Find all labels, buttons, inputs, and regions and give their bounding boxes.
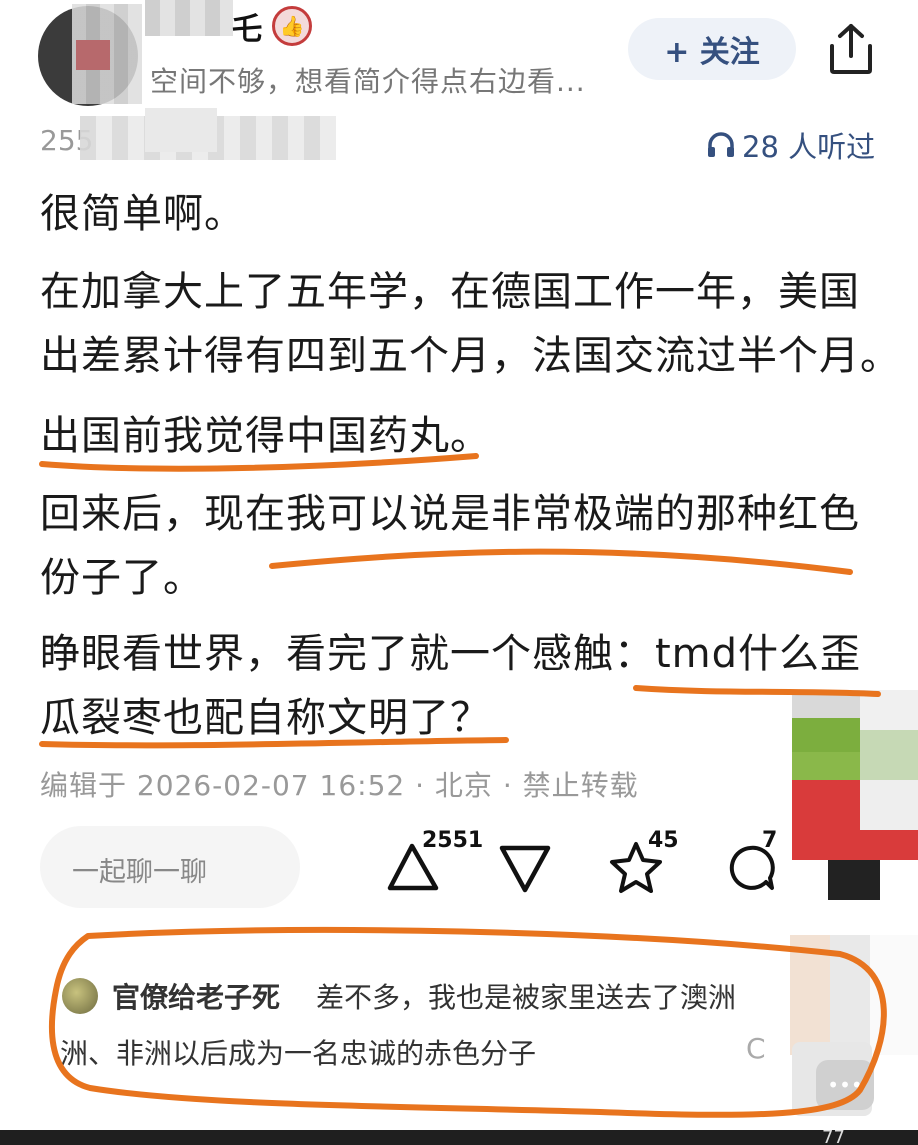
article-line-8: 瓜裂枣也配自称文明了？ (40, 695, 491, 741)
author-intro[interactable]: 空间不够，想看简介得点右边看... (150, 60, 586, 100)
article-line-1: 很简单啊。 (40, 191, 245, 237)
commenter-avatar[interactable] (62, 978, 98, 1014)
meta-mosaic-top (145, 108, 217, 152)
article-line-5: 回来后，现在我可以说是非常极端的那种红色 (40, 491, 860, 537)
chat-label: 一起聊一聊 (72, 857, 207, 888)
commenter-name[interactable]: 官僚给老子死 (112, 976, 280, 1016)
right-mosaic-3 (828, 860, 880, 900)
author-name-mosaic (145, 0, 233, 36)
underline-2 (269, 548, 853, 575)
reply-icon[interactable]: C (746, 1032, 766, 1065)
article-line-3: 出差累计得有四到五个月，法国交流过半个月。 (40, 333, 901, 379)
listen-count[interactable]: 28 人听过 (706, 124, 875, 166)
edited-info: 编辑于 2026-02-07 16:52 · 北京 · 禁止转载 (40, 769, 639, 802)
verified-badge-icon: 👍 (272, 6, 312, 46)
article-line-6: 份子了。 (40, 555, 204, 601)
star-count: 45 (648, 828, 679, 853)
upvote-count: 2551 (422, 828, 484, 853)
comment-icon[interactable] (718, 836, 788, 900)
top-comment[interactable]: 官僚给老子死 差不多，我也是被家里送去了澳洲 洲、非洲以后成为一名忠诚的赤色分子… (40, 950, 918, 1080)
comment-line-2: 洲、非洲以后成为一名忠诚的赤色分子 (60, 1037, 537, 1070)
author-header: 乇 👍 空间不够，想看简介得点右边看... + 关注 (0, 0, 918, 112)
bottom-number: 77 (822, 1127, 845, 1145)
downvote-icon[interactable] (494, 836, 564, 900)
follow-button[interactable]: + 关注 (628, 18, 796, 80)
chat-input-button[interactable]: 一起聊一聊 (40, 826, 300, 908)
avatar-mosaic-patch (76, 40, 110, 70)
bottom-bar (0, 1130, 918, 1145)
article-line-7: 睁眼看世界，看完了就一个感触：tmd什么歪 (40, 631, 862, 677)
article-line-2: 在加拿大上了五年学，在德国工作一年，美国 (40, 269, 860, 315)
right-mosaic-4 (790, 935, 918, 1055)
headphones-icon (708, 132, 734, 157)
author-name[interactable]: 乇 (232, 4, 262, 48)
right-mosaic-2 (860, 690, 918, 830)
meta-row: 255 28 人听过 (0, 108, 918, 172)
comment-count: 7 (762, 828, 778, 853)
comment-line-1: 差不多，我也是被家里送去了澳洲 (316, 981, 737, 1014)
share-icon[interactable] (826, 22, 876, 76)
listen-count-label: 28 人听过 (742, 130, 876, 164)
more-icon[interactable]: ••• (816, 1060, 874, 1110)
article-line-4: 出国前我觉得中国药丸。 (40, 413, 491, 459)
